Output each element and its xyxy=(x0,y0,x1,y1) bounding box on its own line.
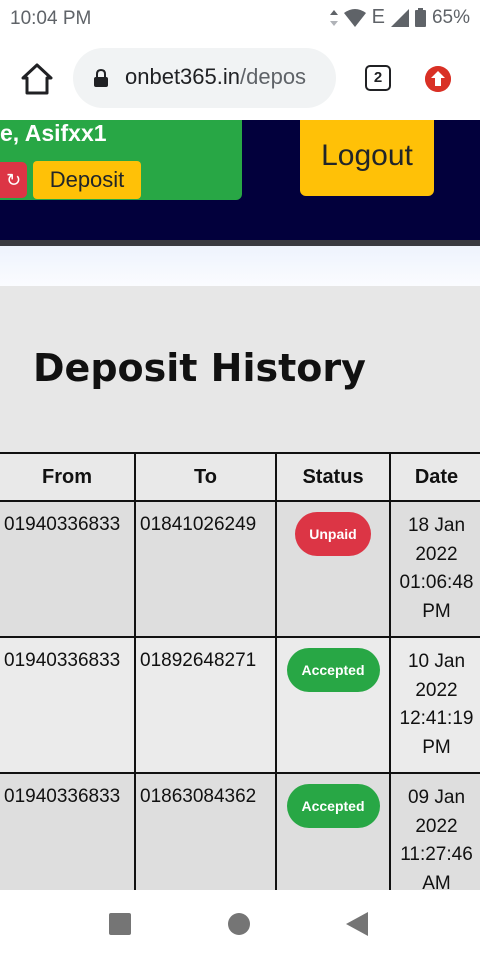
status-badge: Accepted xyxy=(286,784,380,828)
date-ampm: AM xyxy=(422,872,451,891)
battery-icon xyxy=(414,8,426,27)
page-title: Deposit History xyxy=(33,346,366,390)
network-type: E xyxy=(371,6,385,28)
wifi-icon xyxy=(343,8,366,27)
divider-band xyxy=(0,246,480,286)
status-cell: Unpaid xyxy=(275,500,391,638)
date-ampm: PM xyxy=(422,600,451,622)
date-year: 2022 xyxy=(415,815,458,837)
address-bar[interactable]: onbet365.in/depos xyxy=(73,48,336,108)
date-time: 01:06:48 xyxy=(399,572,474,593)
refresh-balance-button[interactable]: ↻ xyxy=(0,162,27,198)
status-badge: Unpaid xyxy=(295,512,371,556)
deposit-button[interactable]: Deposit xyxy=(33,161,141,199)
url-host: onbet365.in xyxy=(125,64,240,89)
update-icon[interactable] xyxy=(425,66,451,92)
date-day: 09 Jan xyxy=(407,787,466,808)
status-badge: Accepted xyxy=(286,648,380,692)
to-cell: 01863084362 xyxy=(134,772,277,890)
column-header-from[interactable]: From xyxy=(0,452,136,502)
status-bar: 10:04 PM E 65% xyxy=(0,0,480,38)
date-year: 2022 xyxy=(415,679,458,701)
user-panel: e, Asifxx1 ↻ Deposit xyxy=(0,120,242,200)
date-day: 10 Jan xyxy=(407,651,466,672)
status-cell: Accepted xyxy=(275,772,391,890)
table-row: 01940336833 01892648271 Accepted 10 Jan … xyxy=(0,636,480,774)
from-cell: 01940336833 xyxy=(0,772,136,890)
battery-percent: 65% xyxy=(431,6,470,28)
date-cell: 10 Jan 2022 12:41:19 PM xyxy=(389,636,480,774)
main-content: Deposit History From To Status Date 0194… xyxy=(0,286,480,890)
tab-switcher-button[interactable]: 2 xyxy=(365,65,391,91)
status-icons: E 65% xyxy=(329,6,470,29)
date-cell: 18 Jan 2022 01:06:48 PM xyxy=(389,500,480,638)
recents-icon[interactable] xyxy=(109,913,131,935)
refresh-icon: ↻ xyxy=(5,170,22,190)
browser-toolbar: onbet365.in/depos 2 xyxy=(0,38,480,120)
from-cell: 01940336833 xyxy=(0,636,136,774)
home-nav-icon[interactable] xyxy=(228,913,250,935)
welcome-username: e, Asifxx1 xyxy=(0,120,107,146)
status-cell: Accepted xyxy=(275,636,391,774)
date-ampm: PM xyxy=(422,736,451,758)
data-arrows-icon xyxy=(329,9,338,26)
column-header-date[interactable]: Date xyxy=(389,452,480,502)
back-icon[interactable] xyxy=(346,912,368,936)
table-header-row: From To Status Date xyxy=(0,452,480,502)
from-cell: 01940336833 xyxy=(0,500,136,638)
home-icon[interactable] xyxy=(20,62,54,96)
to-cell: 01892648271 xyxy=(134,636,277,774)
navigation-bar xyxy=(0,890,480,960)
date-time: 11:27:46 xyxy=(400,844,473,865)
logout-button[interactable]: Logout xyxy=(300,120,434,196)
clock: 10:04 PM xyxy=(10,8,92,29)
date-time: 12:41:19 xyxy=(399,708,474,729)
date-day: 18 Jan xyxy=(407,515,466,536)
site-header: e, Asifxx1 ↻ Deposit Logout xyxy=(0,120,480,246)
deposit-history-table: From To Status Date 01940336833 01841026… xyxy=(0,452,480,890)
table-row: 01940336833 01863084362 Accepted 09 Jan … xyxy=(0,772,480,891)
url-text[interactable]: onbet365.in/depos xyxy=(125,64,331,90)
table-row: 01940336833 01841026249 Unpaid 18 Jan 20… xyxy=(0,500,480,638)
column-header-status[interactable]: Status xyxy=(275,452,391,502)
url-path: /depos xyxy=(240,64,307,89)
lock-icon xyxy=(94,69,108,87)
column-header-to[interactable]: To xyxy=(134,452,277,502)
signal-icon xyxy=(390,8,409,27)
to-cell: 01841026249 xyxy=(134,500,277,638)
date-cell: 09 Jan 2022 11:27:46 AM xyxy=(389,772,480,891)
date-year: 2022 xyxy=(415,543,458,565)
